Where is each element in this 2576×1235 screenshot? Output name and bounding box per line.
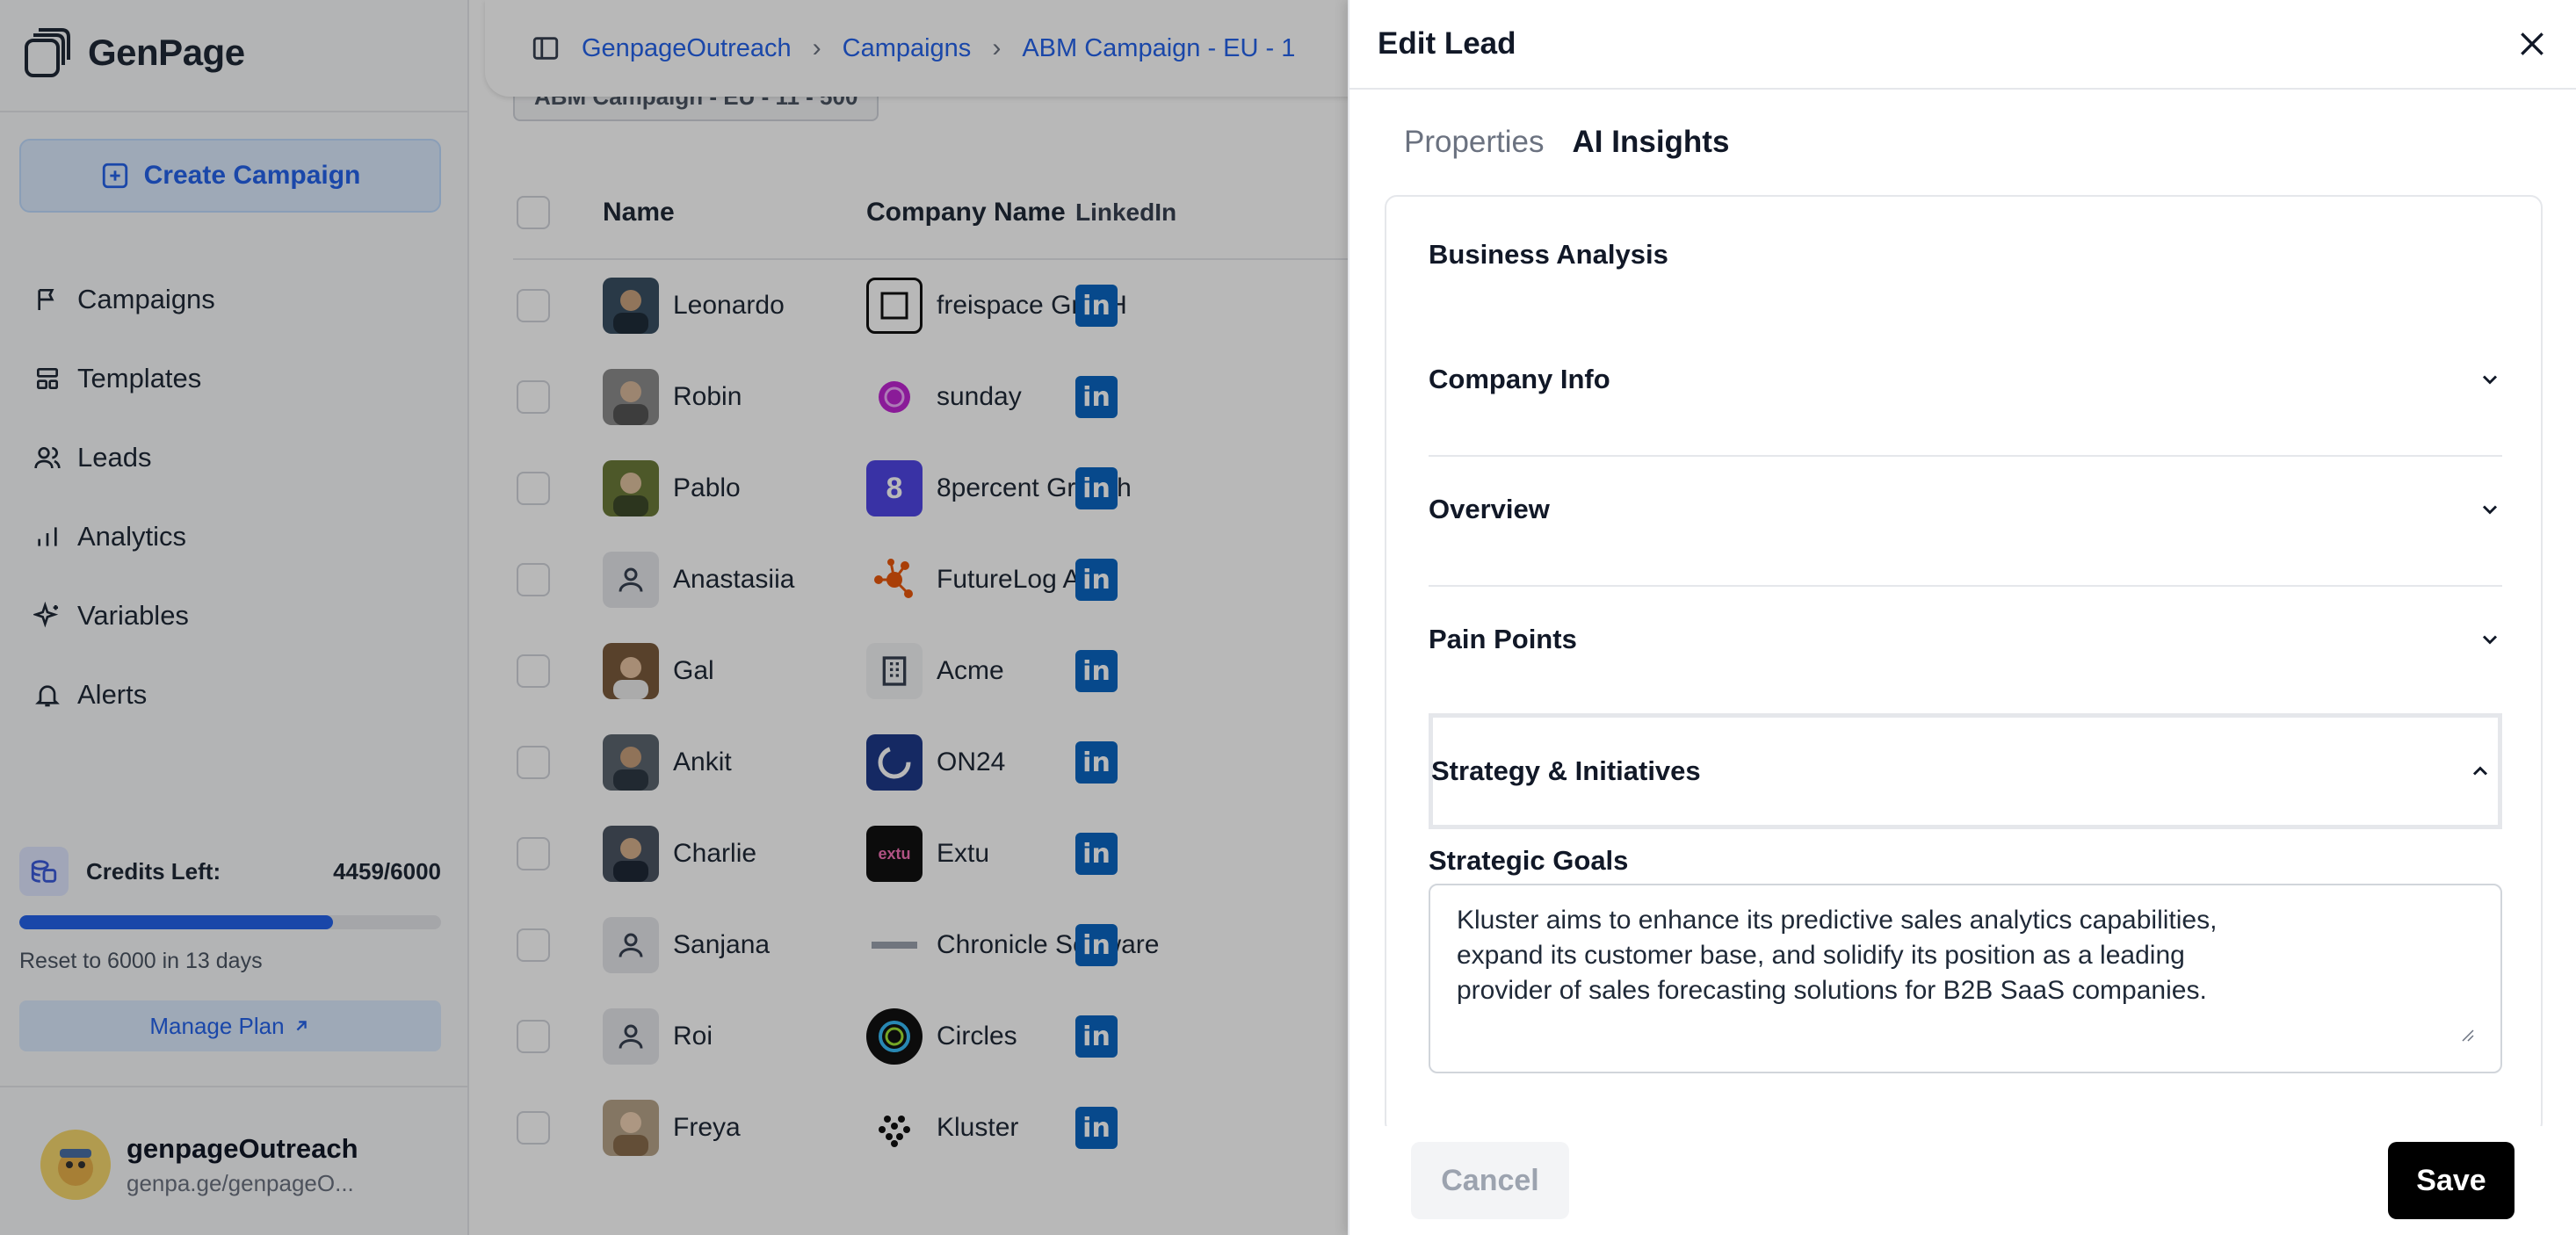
tab-ai-insights[interactable]: AI Insights — [1573, 125, 1730, 160]
accordion-pain-points[interactable]: Pain Points — [1429, 624, 2502, 655]
divider — [1429, 455, 2502, 457]
panel-title: Business Analysis — [1429, 239, 1668, 270]
close-icon[interactable] — [2514, 26, 2550, 61]
tab-properties[interactable]: Properties — [1404, 125, 1545, 160]
accordion-label: Company Info — [1429, 364, 1610, 394]
edit-lead-drawer: Edit Lead Properties AI Insights Busines… — [1348, 0, 2576, 1235]
accordion-label: Pain Points — [1429, 624, 1577, 654]
chevron-down-icon — [2482, 635, 2498, 645]
chevron-down-icon — [2482, 375, 2498, 385]
accordion-strategy-initiatives[interactable]: Strategy & Initiatives — [1429, 713, 2502, 829]
strategic-goals-textarea[interactable]: Kluster aims to enhance its predictive s… — [1429, 884, 2502, 1073]
accordion-overview[interactable]: Overview — [1429, 494, 2502, 525]
drawer-footer: Cancel Save — [1350, 1126, 2576, 1235]
divider — [1429, 585, 2502, 587]
accordion-label: Strategy & Initiatives — [1431, 755, 1701, 786]
drawer-header: Edit Lead — [1350, 0, 2576, 90]
chevron-down-icon — [2482, 505, 2498, 515]
chevron-up-icon — [2472, 766, 2488, 776]
ai-insights-panel: Business Analysis Company Info Overview … — [1385, 195, 2543, 1135]
modal-backdrop[interactable] — [0, 0, 1348, 1235]
accordion-company-info[interactable]: Company Info — [1429, 364, 2502, 395]
drawer-tabs: Properties AI Insights — [1404, 125, 1729, 160]
drawer-title: Edit Lead — [1378, 26, 1516, 61]
cancel-button[interactable]: Cancel — [1411, 1142, 1569, 1219]
accordion-label: Overview — [1429, 494, 1550, 524]
strategic-goals-text: Kluster aims to enhance its predictive s… — [1457, 906, 2218, 1005]
save-button[interactable]: Save — [2388, 1142, 2514, 1219]
strategic-goals-label: Strategic Goals — [1429, 845, 1629, 876]
resize-handle-icon[interactable] — [2458, 1026, 2474, 1042]
